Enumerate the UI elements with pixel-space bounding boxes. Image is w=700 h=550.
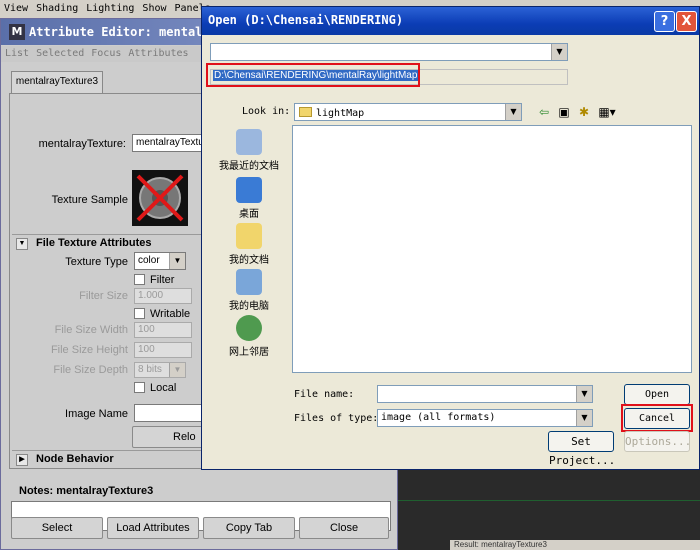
place-desktop-label: 桌面 [239, 209, 259, 220]
open-dialog-titlebar[interactable]: Open (D:\Chensai\RENDERING) ? X [202, 7, 699, 35]
tab-mentalraytexture3[interactable]: mentalrayTexture3 [11, 71, 103, 93]
my-documents-icon [236, 223, 262, 249]
file-name-combo[interactable]: ▼ [377, 385, 593, 403]
path-highlight-box [206, 63, 420, 87]
close-window-button[interactable]: X [676, 11, 697, 32]
load-attributes-button[interactable]: Load Attributes [107, 517, 199, 539]
filter-checkbox[interactable] [134, 274, 145, 285]
local-checkbox[interactable] [134, 382, 145, 393]
menu-show[interactable]: Show [138, 0, 170, 14]
notes-label: Notes: mentalrayTexture3 [19, 485, 154, 497]
place-desktop[interactable]: 桌面 [208, 177, 290, 220]
place-network[interactable]: 网上邻居 [208, 315, 290, 358]
filter-label: Filter [150, 274, 175, 286]
file-size-depth-select: 8 bits ▼ [134, 362, 186, 378]
place-my-computer[interactable]: 我的电脑 [208, 269, 290, 312]
attribute-editor-title: Attribute Editor: mentalr [29, 25, 210, 39]
file-name-label: File name: [294, 389, 355, 400]
status-line: Result: mentalrayTexture3 [450, 540, 700, 550]
file-size-width-field: 100 [134, 322, 192, 338]
menu-lighting[interactable]: Lighting [82, 0, 138, 14]
place-network-label: 网上邻居 [229, 347, 269, 358]
ae-menu-selected[interactable]: Selected [32, 47, 87, 59]
files-of-type-label: Files of type: [294, 413, 379, 424]
new-folder-icon[interactable]: ✱ [576, 105, 592, 119]
expand-triangle-icon[interactable]: ▶ [16, 454, 28, 466]
viewport-grid-line [398, 500, 700, 501]
chevron-down-icon: ▼ [576, 410, 592, 426]
file-list[interactable] [292, 125, 692, 373]
image-name-label: Image Name [65, 408, 128, 420]
help-button[interactable]: ? [654, 11, 675, 32]
file-size-depth-label: File Size Depth [53, 364, 128, 376]
place-my-documents-label: 我的文档 [229, 255, 269, 266]
look-in-value: lightMap [316, 108, 365, 119]
filter-size-label: Filter Size [79, 290, 128, 302]
close-button[interactable]: Close [299, 517, 389, 539]
place-my-computer-label: 我的电脑 [229, 301, 269, 312]
filter-size-field: 1.000 [134, 288, 192, 304]
copy-tab-button[interactable]: Copy Tab [203, 517, 295, 539]
menu-view[interactable]: View [0, 0, 32, 14]
reload-button[interactable]: Relo [132, 426, 204, 448]
places-bar: 我最近的文档 桌面 我的文档 我的电脑 网上邻居 [208, 125, 290, 373]
chevron-down-icon: ▼ [505, 104, 521, 120]
texture-type-select[interactable]: color ▼ [134, 252, 186, 270]
texture-sample-swatch[interactable] [132, 170, 188, 226]
network-icon [236, 315, 262, 341]
section-node-title: Node Behavior [36, 453, 114, 465]
chevron-down-icon: ▼ [169, 253, 185, 269]
cancel-highlight-box [621, 404, 693, 432]
place-recent[interactable]: 我最近的文档 [208, 129, 290, 172]
chevron-down-icon: ▼ [551, 44, 567, 60]
set-project-button[interactable]: Set Project... [548, 431, 615, 467]
look-in-label: Look in: [242, 106, 291, 117]
file-size-height-label: File Size Height [50, 344, 128, 356]
open-button[interactable]: Open [624, 384, 690, 405]
writable-checkbox[interactable] [134, 308, 145, 319]
menu-shading[interactable]: Shading [32, 0, 82, 14]
local-label: Local [150, 382, 177, 394]
file-size-width-label: File Size Width [54, 324, 128, 336]
ae-menu-attributes[interactable]: Attributes [124, 47, 191, 59]
select-button[interactable]: Select [11, 517, 103, 539]
view-menu-icon[interactable]: ▦▾ [596, 105, 618, 119]
ae-menu-list[interactable]: List [1, 47, 32, 59]
texture-type-value: color [138, 255, 160, 266]
place-my-documents[interactable]: 我的文档 [208, 223, 290, 266]
chevron-down-icon: ▼ [169, 363, 185, 377]
image-name-field[interactable] [134, 404, 202, 422]
my-computer-icon [236, 269, 262, 295]
chevron-down-icon: ▼ [576, 386, 592, 402]
look-in-select[interactable]: lightMap ▼ [294, 103, 522, 121]
missing-texture-icon [136, 174, 184, 222]
recent-paths-combo[interactable]: ▼ [210, 43, 568, 61]
section-file-title: File Texture Attributes [36, 237, 152, 249]
recent-documents-icon [236, 129, 262, 155]
texture-type-label: Texture Type [65, 256, 128, 268]
ae-menu-focus[interactable]: Focus [87, 47, 124, 59]
node-name-field[interactable]: mentalrayTexture [132, 134, 204, 152]
place-recent-label: 我最近的文档 [219, 161, 279, 172]
desktop-icon [236, 177, 262, 203]
maya-logo-icon: M [9, 24, 25, 40]
options-button: Options... [624, 431, 691, 452]
folder-icon [299, 107, 312, 117]
node-name-label: mentalrayTexture: [38, 138, 126, 150]
back-arrow-icon[interactable]: ⇦ [536, 105, 552, 119]
file-size-height-field: 100 [134, 342, 192, 358]
texture-sample-label: Texture Sample [51, 194, 128, 206]
collapse-triangle-icon[interactable]: ▼ [16, 238, 28, 250]
files-of-type-select[interactable]: image (all formats) ▼ [377, 409, 593, 427]
files-of-type-value: image (all formats) [381, 412, 496, 423]
up-folder-icon[interactable]: ▣ [556, 105, 572, 119]
open-dialog-title: Open (D:\Chensai\RENDERING) [208, 13, 404, 27]
open-file-dialog: Open (D:\Chensai\RENDERING) ? X ▼ D:\Che… [201, 6, 700, 470]
file-size-depth-value: 8 bits [138, 364, 162, 375]
writable-label: Writable [150, 308, 191, 320]
viewport-background [398, 470, 700, 550]
